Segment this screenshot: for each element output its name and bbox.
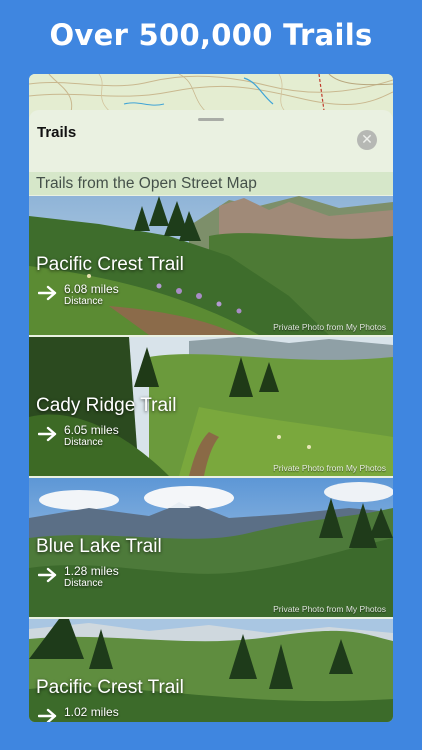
trail-distance-label: Distance	[64, 437, 103, 448]
grabber-handle[interactable]	[198, 118, 224, 121]
trail-distance-label: Distance	[64, 296, 103, 307]
trail-card[interactable]: Cady Ridge Trail 6.05 miles Distance Pri…	[29, 337, 393, 476]
arrow-right-icon	[38, 567, 57, 583]
trail-distance: 1.02 miles	[64, 705, 119, 719]
trail-card[interactable]: Pacific Crest Trail 6.08 miles Distance …	[29, 196, 393, 335]
trails-sheet: Trails ✕ Trails from the Open Street Map	[29, 110, 393, 722]
trail-distance-label: Distance	[64, 578, 103, 589]
close-icon: ✕	[361, 132, 373, 148]
trail-name: Blue Lake Trail	[36, 536, 162, 557]
photo-credit: Private Photo from My Photos	[273, 322, 386, 332]
trail-distance: 6.05 miles	[64, 423, 119, 437]
trail-name: Pacific Crest Trail	[36, 254, 184, 275]
trail-card[interactable]: Blue Lake Trail 1.28 miles Distance Priv…	[29, 478, 393, 617]
trail-card[interactable]: Pacific Crest Trail 1.02 miles	[29, 619, 393, 722]
trail-name: Pacific Crest Trail	[36, 677, 184, 698]
trail-distance: 6.08 miles	[64, 282, 119, 296]
arrow-right-icon	[38, 708, 57, 722]
trail-distance: 1.28 miles	[64, 564, 119, 578]
section-header: Trails from the Open Street Map	[29, 172, 393, 195]
close-button[interactable]: ✕	[357, 130, 377, 150]
sheet-title: Trails	[37, 124, 77, 141]
headline: Over 500,000 Trails	[49, 18, 373, 52]
phone-screen: Trails ✕ Trails from the Open Street Map	[29, 74, 393, 722]
photo-credit: Private Photo from My Photos	[273, 604, 386, 614]
photo-credit: Private Photo from My Photos	[273, 463, 386, 473]
arrow-right-icon	[38, 285, 57, 301]
trail-name: Cady Ridge Trail	[36, 395, 177, 416]
trail-list: Pacific Crest Trail 6.08 miles Distance …	[29, 196, 393, 722]
arrow-right-icon	[38, 426, 57, 442]
